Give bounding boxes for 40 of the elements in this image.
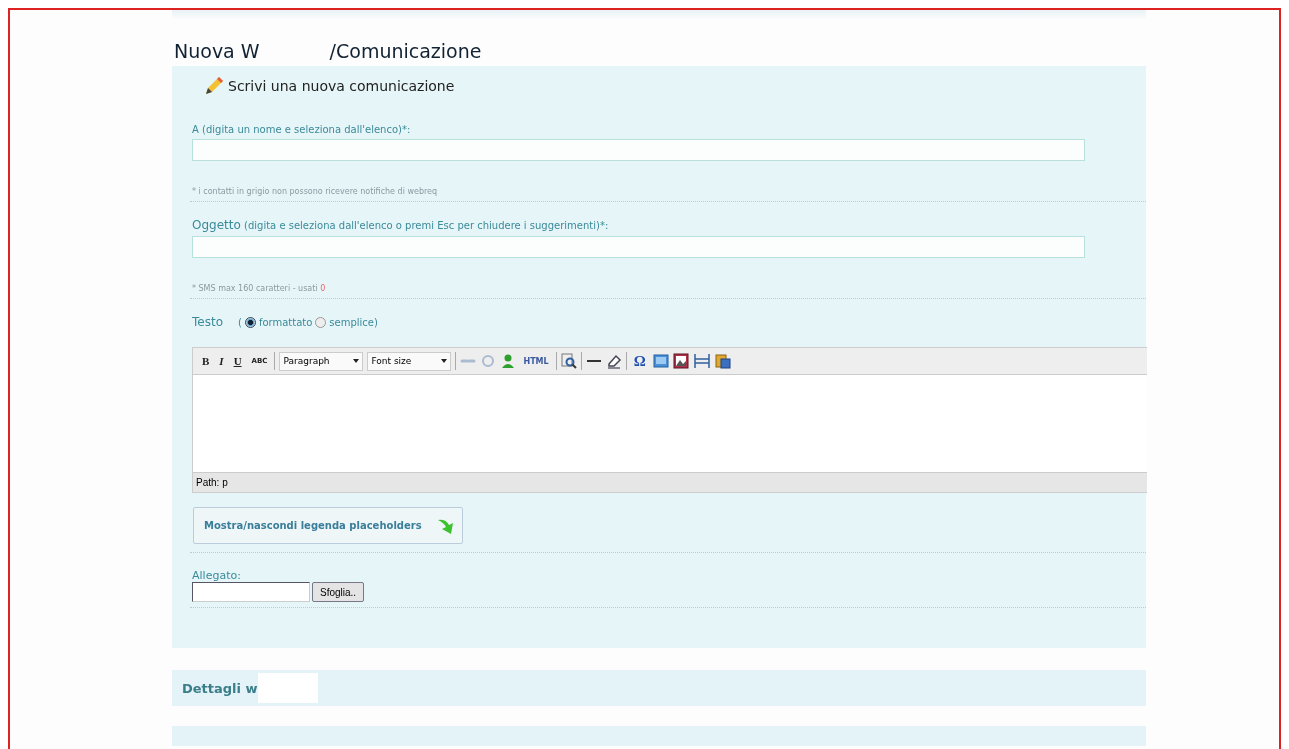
html-button[interactable]: HTML <box>520 356 552 366</box>
block-format-select[interactable]: Paragraph <box>279 351 364 371</box>
field-note: * SMS max 160 caratteri - usati <box>192 284 318 293</box>
special-character-button[interactable]: Ω <box>630 352 649 370</box>
font-size-select[interactable]: Font size <box>367 351 452 371</box>
legend-toggle-button[interactable]: Mostra/nascondi legenda placeholders <box>193 507 463 544</box>
caret-icon <box>353 359 360 363</box>
field-hint: (digita e seleziona dall'elenco o premi Esc per chiudere i suggerimenti)*: <box>244 220 609 231</box>
media-icon[interactable] <box>652 353 669 369</box>
format-button[interactable]: U <box>230 355 245 367</box>
element-path: Path: p <box>196 477 228 488</box>
image-icon[interactable] <box>672 353 689 369</box>
search-icon[interactable] <box>560 353 577 369</box>
character-counter: 0 <box>320 284 326 293</box>
field-label: Testo <box>192 315 223 329</box>
browse-button[interactable]: Sfoglia.. <box>312 582 365 602</box>
page-title: Nuova W <box>174 40 260 62</box>
caret-icon <box>441 359 448 363</box>
field-note: * i contatti in grigio non possono ricevere notifiche di webreq <box>192 187 439 196</box>
bracket: ( <box>238 316 242 328</box>
field-label: Oggetto <box>192 218 241 232</box>
page-title: /Comunicazione <box>329 40 482 62</box>
radio-label[interactable]: formattato <box>258 316 313 328</box>
format-button[interactable]: I <box>216 355 227 367</box>
field-label: A (digita un nome e seleziona dall'elenco)*: <box>192 124 412 135</box>
subject-field[interactable] <box>192 236 1085 258</box>
page-break-icon[interactable] <box>692 353 711 369</box>
radio-button[interactable] <box>244 316 256 328</box>
paste-icon[interactable] <box>714 353 731 369</box>
person-icon[interactable] <box>500 353 517 369</box>
section-heading: Scrivi una nuova comunicazione <box>228 78 455 94</box>
radio-button[interactable] <box>315 316 327 328</box>
format-button[interactable]: B <box>199 355 213 367</box>
radio-label[interactable]: semplice) <box>329 316 378 328</box>
redacted-block <box>257 673 318 703</box>
recipient-field[interactable] <box>192 139 1085 161</box>
file-path-field[interactable] <box>192 582 310 602</box>
section-heading: Dettagli w <box>182 680 258 696</box>
eraser-icon[interactable] <box>605 353 622 369</box>
field-label: Allegato: <box>192 569 242 582</box>
